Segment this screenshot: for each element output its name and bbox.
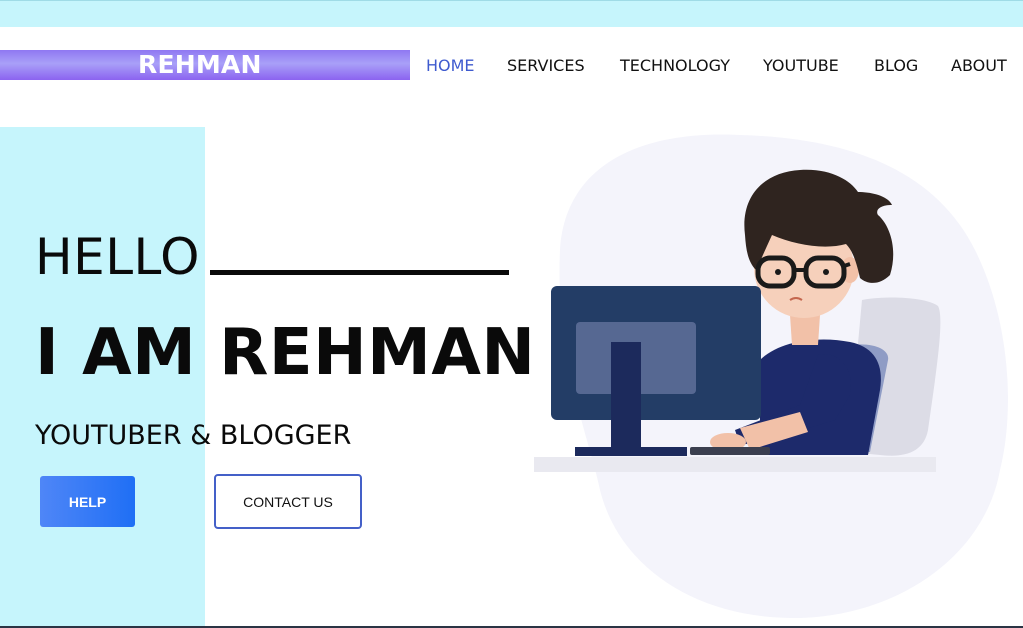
hero-greeting: HELLO bbox=[35, 228, 200, 286]
hero-headline: I AM REHMAN bbox=[35, 316, 536, 390]
contact-us-button[interactable]: CONTACT US bbox=[214, 474, 362, 529]
hero-subtitle: YOUTUBER & BLOGGER bbox=[35, 420, 352, 451]
nav-item-blog[interactable]: BLOG bbox=[874, 55, 918, 77]
top-banner-strip bbox=[0, 0, 1023, 27]
nav-item-youtube[interactable]: YOUTUBE bbox=[763, 55, 839, 77]
developer-at-computer-illustration bbox=[534, 134, 1008, 619]
greeting-underline bbox=[210, 270, 509, 275]
nav-item-home[interactable]: HOME bbox=[426, 55, 475, 77]
nav-item-about[interactable]: ABOUT bbox=[951, 55, 1007, 77]
help-button[interactable]: HELP bbox=[40, 476, 135, 527]
nav-item-technology[interactable]: TECHNOLOGY bbox=[620, 55, 730, 77]
brand-logo-text: REHMAN bbox=[138, 50, 262, 79]
brand-logo-bar[interactable]: REHMAN bbox=[0, 50, 410, 80]
nav-item-services[interactable]: SERVICES bbox=[507, 55, 585, 77]
